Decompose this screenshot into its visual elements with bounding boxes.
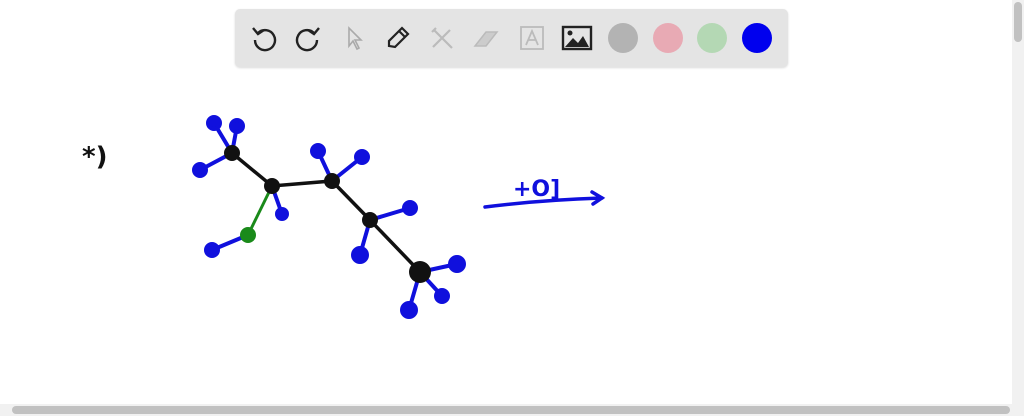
select-button[interactable] — [338, 22, 370, 54]
text-button[interactable] — [516, 22, 548, 54]
reagent-label: +O] — [513, 177, 560, 202]
oxygen-atom — [240, 227, 256, 243]
tools-icon — [431, 27, 453, 49]
problem-label: *) — [82, 142, 107, 172]
color-gray[interactable] — [608, 23, 638, 53]
pen-button[interactable] — [382, 22, 414, 54]
horizontal-scroll-thumb[interactable] — [12, 406, 1010, 414]
tools-button[interactable] — [426, 22, 458, 54]
eraser-button[interactable] — [470, 22, 502, 54]
pencil-icon — [387, 26, 410, 49]
drawing-toolbar — [235, 9, 788, 67]
image-icon — [561, 25, 593, 51]
image-button[interactable] — [561, 22, 593, 54]
redo-button[interactable] — [292, 22, 324, 54]
color-pink[interactable] — [653, 23, 683, 53]
molecule-drawing — [192, 115, 466, 319]
cursor-icon — [348, 26, 363, 51]
vertical-scrollbar[interactable] — [1012, 0, 1024, 404]
undo-button[interactable] — [248, 22, 280, 54]
horizontal-scrollbar[interactable] — [0, 404, 1024, 416]
undo-icon — [252, 27, 277, 52]
color-green[interactable] — [697, 23, 727, 53]
eraser-icon — [473, 31, 499, 47]
color-blue[interactable] — [742, 23, 772, 53]
text-icon — [520, 26, 544, 50]
redo-icon — [295, 27, 320, 52]
vertical-scroll-thumb[interactable] — [1014, 2, 1022, 42]
